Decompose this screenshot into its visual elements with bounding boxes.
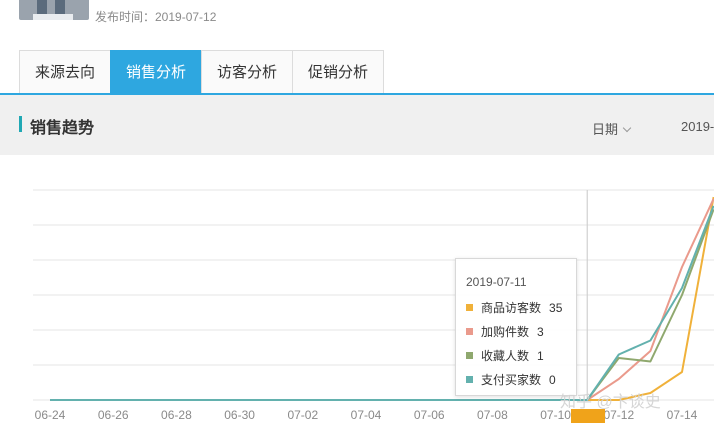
date-filter-label: 日期 bbox=[592, 122, 619, 137]
tab-visitors[interactable]: 访客分析 bbox=[201, 50, 293, 94]
tooltip-date: 2019-07-11 bbox=[466, 275, 527, 289]
x-tick-label: 07-04 bbox=[351, 408, 382, 422]
tab-promotion[interactable]: 促销分析 bbox=[292, 50, 385, 94]
legend-swatch bbox=[466, 304, 473, 311]
tooltip-row-label: 商品访客数 bbox=[481, 301, 542, 315]
x-tick-label: 06-30 bbox=[224, 408, 255, 422]
tooltip-row-value: 3 bbox=[537, 325, 544, 339]
legend-swatch bbox=[466, 352, 473, 359]
watermark: 知乎 @卞谈史 bbox=[560, 394, 661, 411]
tooltip-row-label: 收藏人数 bbox=[481, 349, 530, 363]
product-thumbnail bbox=[19, 0, 89, 20]
tooltip-row-cart: 加购件数 3 bbox=[466, 323, 544, 340]
tooltip-row-value: 35 bbox=[549, 301, 563, 315]
tooltip-row-value: 1 bbox=[537, 349, 544, 363]
chart-tooltip: 2019-07-11 商品访客数 35 加购件数 3 收藏人数 1 支付买家数 0 bbox=[455, 258, 577, 396]
analysis-tabs: 来源去向 销售分析 访客分析 促销分析 bbox=[19, 50, 385, 94]
tooltip-row-favorites: 收藏人数 1 bbox=[466, 347, 544, 364]
tooltip-row-label: 加购件数 bbox=[481, 325, 530, 339]
date-filter-dropdown[interactable]: 日期 bbox=[592, 119, 632, 138]
tooltip-row-visitors: 商品访客数 35 bbox=[466, 299, 562, 316]
tooltip-row-label: 支付买家数 bbox=[481, 373, 542, 387]
tab-source[interactable]: 来源去向 bbox=[19, 50, 111, 94]
thumbnail-figure bbox=[33, 14, 73, 20]
publish-date: 发布时间：2019-07-12 bbox=[95, 10, 217, 24]
x-tick-label: 07-08 bbox=[477, 408, 508, 422]
x-tick-label: 07-14 bbox=[667, 408, 698, 422]
chevron-down-icon bbox=[622, 123, 632, 133]
x-tick-label: 06-26 bbox=[98, 408, 129, 422]
x-tick-label: 06-24 bbox=[35, 408, 66, 422]
tooltip-row-value: 0 bbox=[549, 373, 556, 387]
series-line bbox=[50, 205, 714, 401]
x-tick-label: 07-06 bbox=[414, 408, 445, 422]
legend-swatch bbox=[466, 376, 473, 383]
tooltip-row-buyers: 支付买家数 0 bbox=[466, 371, 556, 388]
x-tick-label: 06-28 bbox=[161, 408, 192, 422]
legend-swatch bbox=[466, 328, 473, 335]
tab-sales[interactable]: 销售分析 bbox=[110, 50, 202, 94]
series-line bbox=[50, 198, 714, 401]
x-tick-label: 07-02 bbox=[287, 408, 318, 422]
date-range-value[interactable]: 2019- bbox=[681, 119, 714, 134]
section-accent-bar bbox=[19, 116, 22, 132]
series-line bbox=[50, 208, 714, 401]
chart-series bbox=[50, 196, 714, 401]
section-title: 销售趋势 bbox=[30, 120, 95, 137]
series-line bbox=[50, 196, 714, 401]
